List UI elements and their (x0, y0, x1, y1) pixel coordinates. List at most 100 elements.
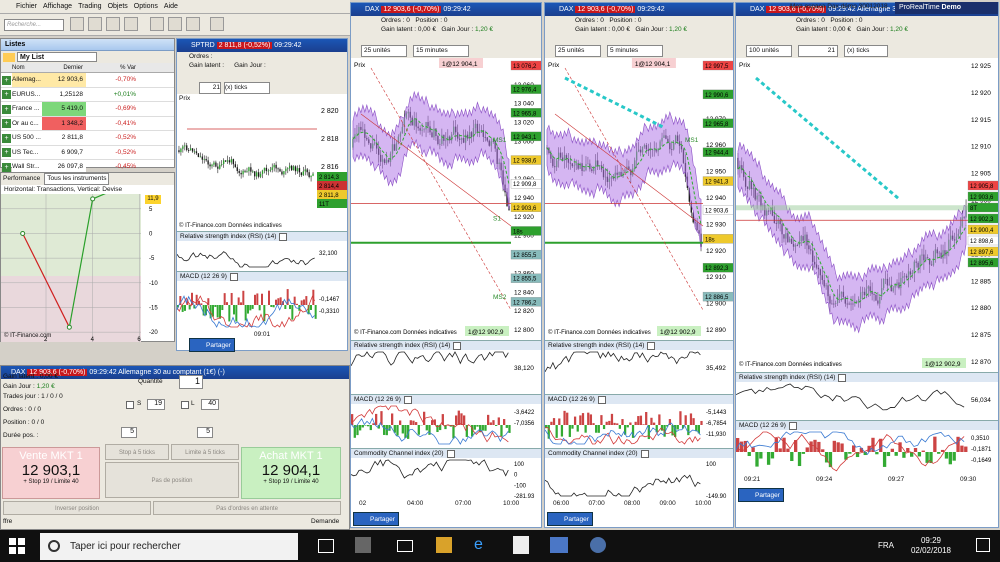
units-select[interactable]: 100 unités (746, 45, 792, 57)
close-icon[interactable] (838, 373, 847, 382)
explorer-icon[interactable] (436, 537, 452, 553)
sell-market-button[interactable]: Vente MKT 1 12 903,1 + Stop 19 / Limite … (2, 447, 100, 499)
col-dernier[interactable]: Dernier (42, 63, 86, 72)
interval-select[interactable]: 15 minutes (413, 45, 469, 57)
ticks-select[interactable]: (x) ticks (844, 45, 888, 57)
limit-checkbox[interactable] (181, 401, 189, 409)
windows-icon[interactable] (8, 537, 26, 555)
y-tick-label: 0 (149, 231, 153, 237)
order-tag[interactable]: 1@12 902,9 (925, 361, 961, 368)
limit-5-ticks-button[interactable]: Limite à 5 ticks (171, 444, 239, 460)
mail-icon[interactable] (397, 540, 413, 552)
order-tag[interactable]: 1@12 902,9 (468, 329, 504, 336)
interval-select[interactable]: 5 minutes (607, 45, 663, 57)
order-tag[interactable]: 1@12 902,9 (660, 329, 696, 336)
store-icon[interactable] (355, 537, 371, 553)
close-icon[interactable] (229, 272, 238, 281)
menu-objets[interactable]: Objets (108, 3, 128, 10)
help-icon[interactable] (210, 17, 224, 31)
clock[interactable]: 09:29 02/02/2018 (905, 536, 957, 556)
add-icon[interactable]: + (2, 133, 11, 143)
stop-input[interactable]: 19 (147, 399, 165, 410)
close-icon[interactable] (279, 232, 288, 241)
oscillator-line (544, 351, 701, 373)
search-input[interactable]: Recherche... (4, 19, 64, 31)
order-tag[interactable]: 1@12 904,1 (635, 61, 671, 68)
stop-checkbox[interactable] (126, 401, 134, 409)
limit-input[interactable]: 40 (201, 399, 219, 410)
taskbar-search-input[interactable]: Taper ici pour rechercher (40, 533, 298, 560)
stop-ticks-input[interactable]: 5 (121, 427, 137, 438)
spx-ticks[interactable]: (x) ticks (224, 82, 270, 94)
share-button[interactable]: Partager (738, 488, 784, 502)
units-select[interactable]: 25 unités (361, 45, 407, 57)
sell-price: 12 903,1 (21, 462, 81, 479)
close-icon[interactable] (597, 395, 606, 404)
add-icon[interactable]: + (2, 75, 11, 85)
macd-bar (913, 447, 918, 452)
java-icon[interactable] (513, 536, 529, 554)
portfolio-icon[interactable] (124, 17, 138, 31)
share-button[interactable]: Partager (353, 512, 399, 526)
task-view-icon[interactable] (318, 539, 334, 553)
close-icon[interactable] (403, 395, 412, 404)
spx-qty[interactable]: 21 (199, 82, 221, 94)
list-select[interactable]: My List (17, 52, 97, 62)
quantity-input[interactable]: 1 (179, 375, 203, 389)
menu-affichage[interactable]: Affichage (43, 3, 72, 10)
watchlist-row[interactable]: + Allemag... 12 903,6 -0,70% (1, 73, 174, 88)
units-select[interactable]: 25 unités (555, 45, 601, 57)
lang-indicator[interactable]: FRA (878, 541, 894, 550)
stop-5-ticks-button[interactable]: Stop à 5 ticks (105, 444, 169, 460)
menu-trading[interactable]: Trading (78, 3, 101, 10)
macd-bar (351, 414, 354, 425)
alert-icon[interactable] (150, 17, 164, 31)
settings-icon[interactable] (186, 17, 200, 31)
screener-icon[interactable] (168, 17, 182, 31)
edge-icon[interactable]: e (474, 536, 490, 554)
y-tick-label: 2 818 (321, 136, 339, 143)
watchlist-row[interactable]: + US Tec... 6 909,7 -0,52% (1, 145, 174, 160)
close-icon[interactable] (453, 341, 462, 350)
share-button[interactable]: Partager (547, 512, 593, 526)
order-icon[interactable] (106, 17, 120, 31)
share-button[interactable]: Partager (189, 338, 235, 352)
macd-bar (902, 452, 906, 458)
macd-bar (367, 425, 370, 427)
watchlist-row[interactable]: + Or au c... 1 348,2 -0,41% (1, 116, 174, 131)
add-icon[interactable]: + (2, 104, 11, 114)
add-icon[interactable]: + (2, 90, 11, 99)
close-icon[interactable] (640, 449, 649, 458)
add-icon[interactable]: + (2, 162, 11, 172)
macd-bar (560, 425, 564, 437)
candle (277, 168, 279, 170)
folder-icon[interactable] (3, 52, 15, 62)
add-icon[interactable]: + (2, 119, 11, 128)
macd-bar (240, 302, 242, 305)
new-chart-icon[interactable] (70, 17, 84, 31)
watchlist-row[interactable]: + US 500 ... 2 811,8 -0,52% (1, 131, 174, 146)
menu-options[interactable]: Options (134, 3, 158, 10)
order-tag[interactable]: 1@12 904,1 (442, 61, 478, 68)
close-icon[interactable] (446, 449, 455, 458)
reverse-position-button[interactable]: Inverser position (3, 501, 151, 515)
close-icon[interactable] (647, 341, 656, 350)
add-icon[interactable]: + (2, 148, 11, 157)
notification-icon[interactable] (976, 538, 990, 552)
watchlist-row[interactable]: + EURUS... 1,25128 +0,01% (1, 87, 174, 102)
layout-icon[interactable] (88, 17, 102, 31)
col-var[interactable]: % Var (86, 63, 140, 72)
close-icon[interactable] (788, 421, 797, 430)
watchlist-row[interactable]: + France ... 5 419,0 -0,69% (1, 102, 174, 117)
col-nom[interactable]: Nom (12, 63, 42, 72)
qty-input[interactable]: 21 (798, 45, 838, 57)
menu-aide[interactable]: Aide (164, 3, 178, 10)
prorealtime-icon[interactable] (550, 537, 568, 553)
limit-ticks-input[interactable]: 5 (197, 427, 213, 438)
menu-fichier[interactable]: Fichier (16, 3, 37, 10)
instrument-filter[interactable]: Tous les instruments (44, 173, 110, 185)
macd-bar (508, 425, 511, 433)
buy-market-button[interactable]: Achat MKT 1 12 904,1 + Stop 19 / Limite … (241, 447, 341, 499)
y-tick-label: 12 950 (706, 169, 726, 176)
paint-icon[interactable] (590, 537, 606, 553)
